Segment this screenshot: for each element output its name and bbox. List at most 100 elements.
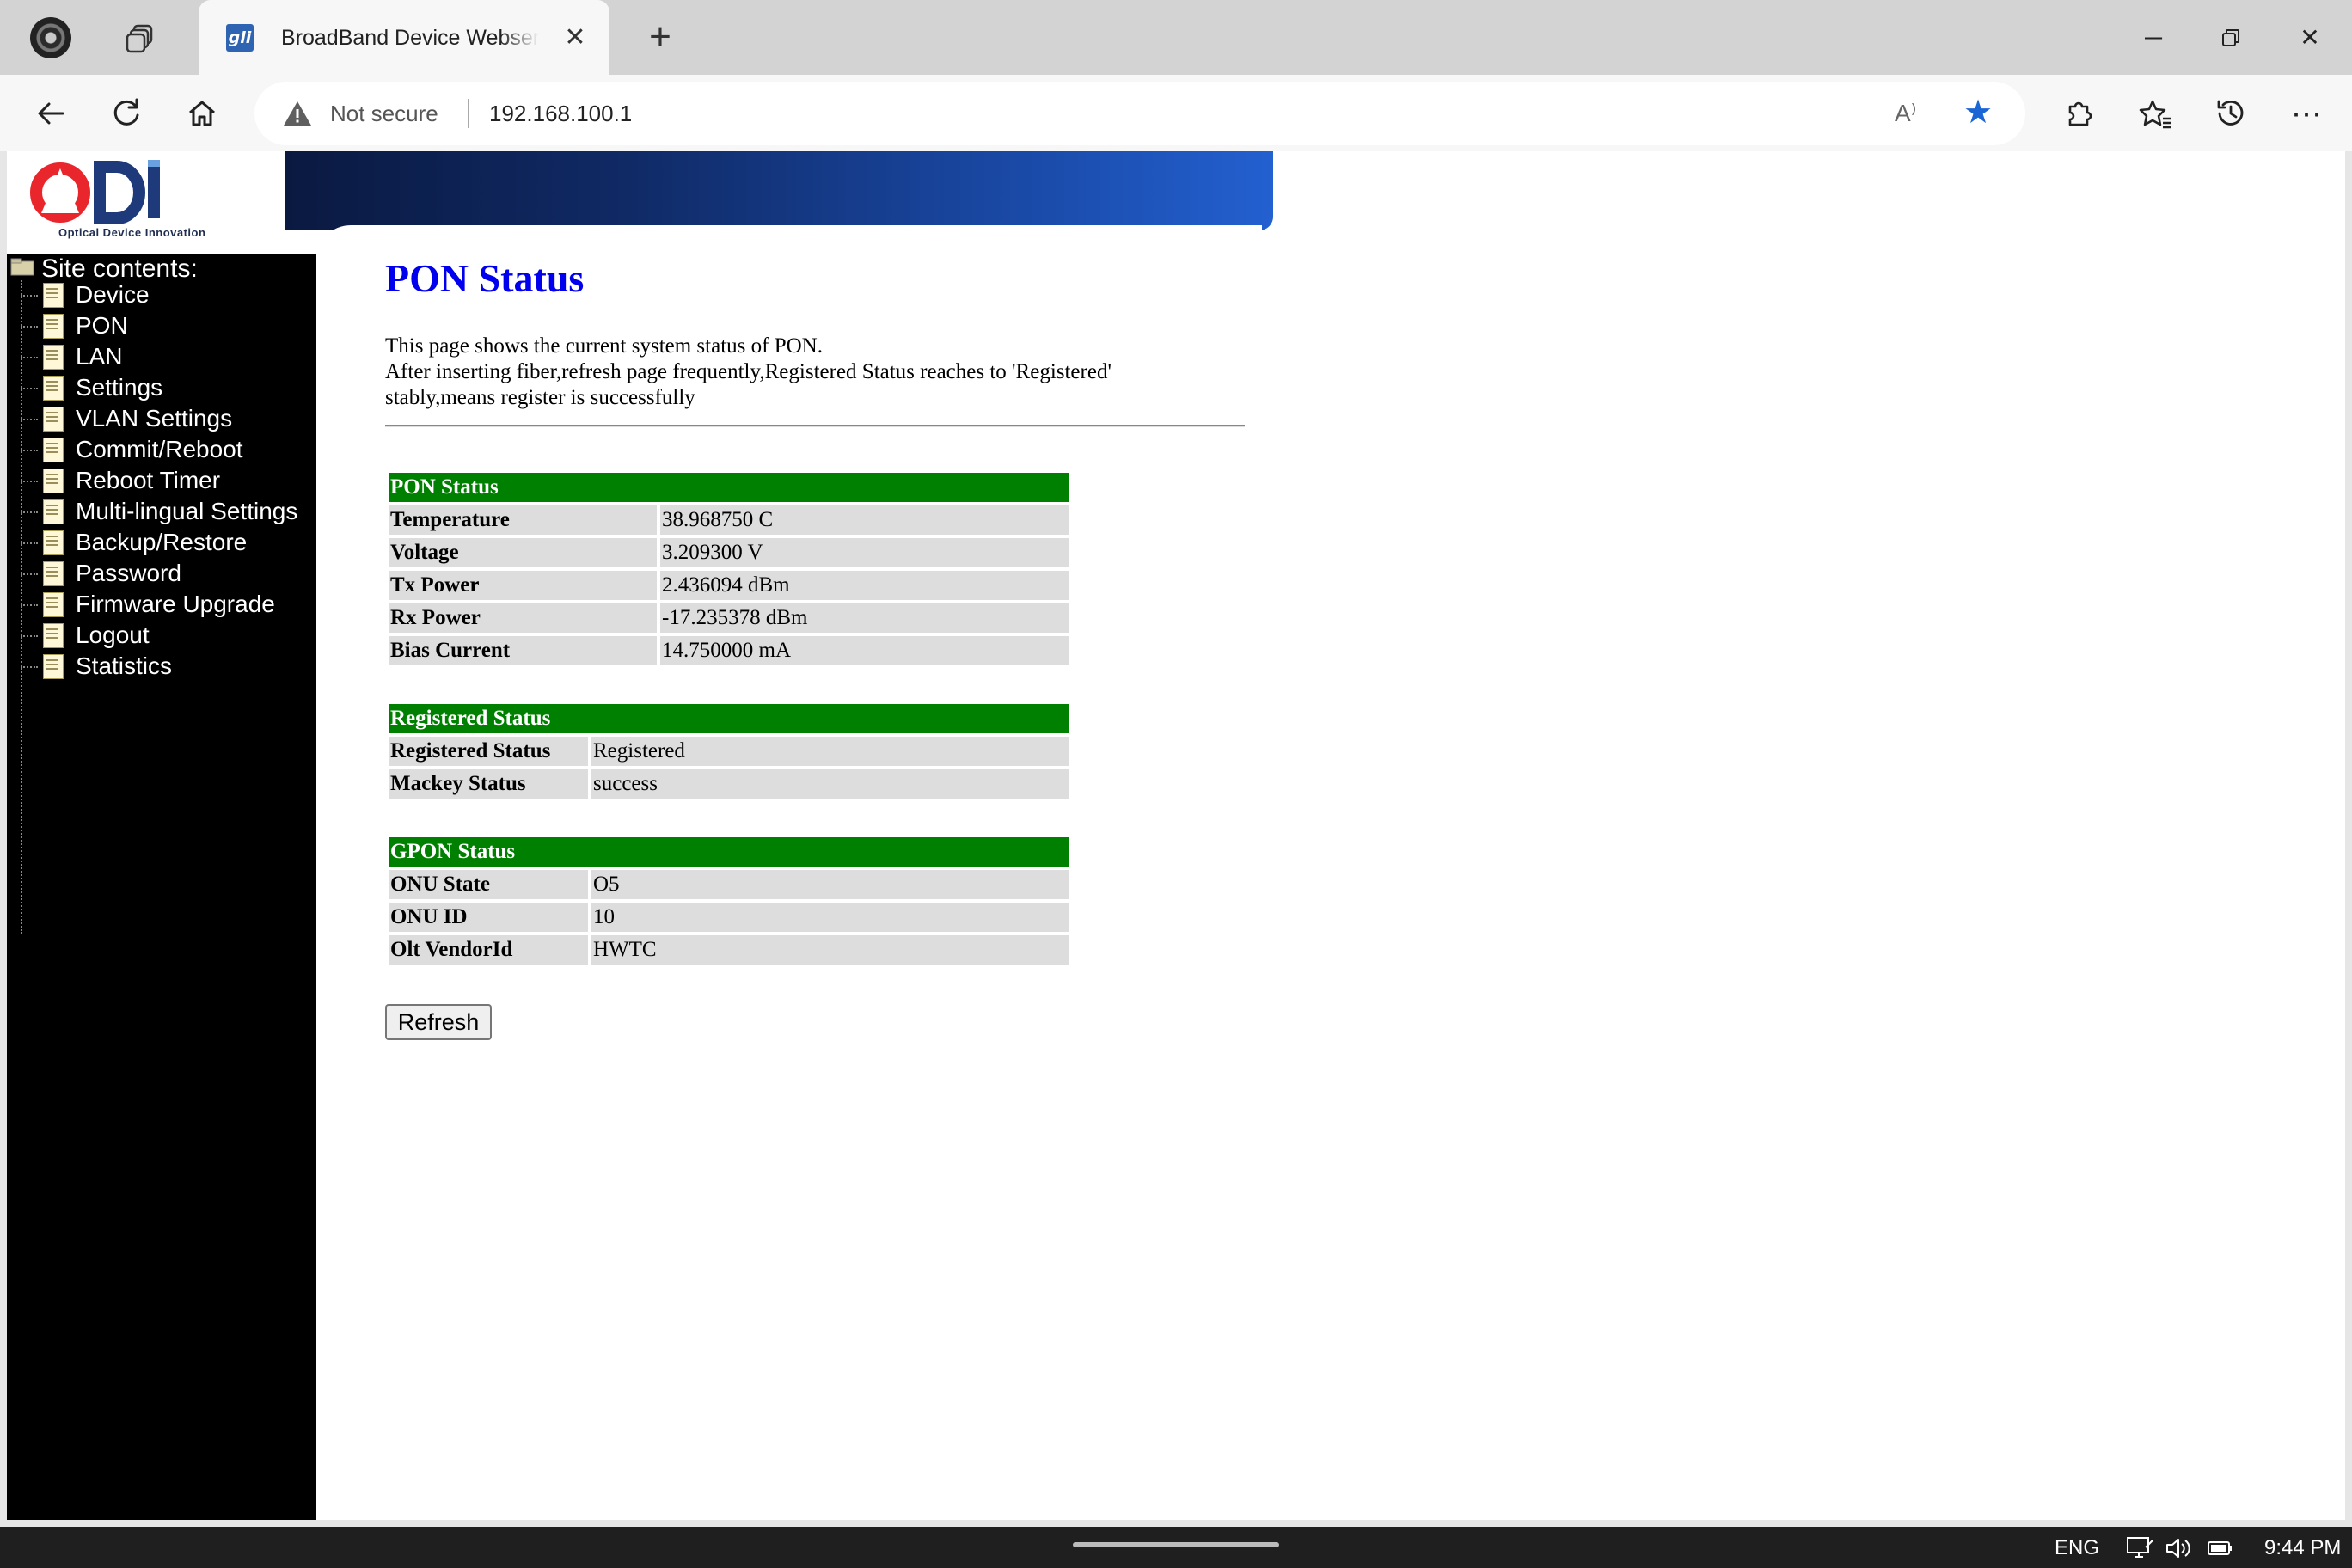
sidebar-item-vlan-settings[interactable]: VLAN Settings [21,404,304,435]
favorite-star-icon[interactable]: ★ [1963,94,1993,132]
battery-icon[interactable] [2206,1535,2235,1561]
row-value: 3.209300 V [660,538,1069,567]
sidebar-item-firmware-upgrade[interactable]: Firmware Upgrade [21,590,304,621]
row-label: ONU ID [389,903,588,932]
security-status-label[interactable]: Not secure [330,97,438,130]
row-label: Temperature [389,505,657,535]
clock-time[interactable]: 9:44 PM [2264,1535,2341,1561]
row-label: Mackey Status [389,769,588,799]
sidebar-item-label[interactable]: Backup/Restore [76,528,247,557]
document-page-icon [43,499,64,524]
table-row: Tx Power 2.436094 dBm [389,571,1069,600]
home-icon[interactable] [179,90,225,137]
sidebar-item-label[interactable]: Reboot Timer [76,466,220,495]
row-value: -17.235378 dBm [660,603,1069,633]
sidebar-item-device[interactable]: Device [21,280,304,311]
sidebar-item-multi-lingual-settings[interactable]: Multi-lingual Settings [21,497,304,528]
row-value: 14.750000 mA [660,636,1069,665]
sidebar-item-password[interactable]: Password [21,559,304,590]
row-label: ONU State [389,870,588,899]
reload-icon[interactable] [103,90,150,137]
workspaces-icon[interactable] [126,22,156,53]
sidebar-item-lan[interactable]: LAN [21,342,304,373]
taskbar-handle[interactable] [1073,1542,1279,1547]
sidebar-item-reboot-timer[interactable]: Reboot Timer [21,466,304,497]
sidebar-item-label[interactable]: VLAN Settings [76,404,232,433]
sidebar-item-label[interactable]: Multi-lingual Settings [76,497,297,526]
read-aloud-icon[interactable]: A⁾ [1895,97,1917,130]
sidebar-item-pon[interactable]: PON [21,311,304,342]
close-window-icon[interactable]: ✕ [2284,15,2336,60]
sidebar-item-label[interactable]: Statistics [76,652,172,681]
extensions-icon[interactable] [2055,90,2102,137]
history-icon[interactable] [2208,90,2254,137]
row-value: O5 [591,870,1069,899]
document-page-icon [43,654,64,679]
volume-icon[interactable] [2165,1535,2194,1561]
sidebar-item-label[interactable]: Logout [76,621,150,650]
warning-triangle-icon[interactable] [282,99,313,128]
sidebar-item-label[interactable]: Password [76,559,181,588]
table-row: Rx Power -17.235378 dBm [389,603,1069,633]
back-arrow-icon[interactable] [28,90,74,137]
favorites-icon[interactable] [2132,90,2178,137]
tree-branch-line [21,295,38,297]
refresh-button[interactable]: Refresh [385,1004,492,1040]
document-page-icon [43,345,64,370]
sidebar-item-label[interactable]: Settings [76,373,162,402]
sidebar-item-label[interactable]: Commit/Reboot [76,435,243,464]
row-label: Bias Current [389,636,657,665]
pon-status-table: PON Status Temperature 38.968750 C Voltag… [385,469,1073,669]
pon-status-header: PON Status [389,473,1069,502]
more-options-icon[interactable]: ⋯ [2283,90,2330,137]
url-text[interactable]: 192.168.100.1 [489,97,632,130]
tree-branch-line [21,604,38,606]
table-row: Bias Current 14.750000 mA [389,636,1069,665]
row-value: 2.436094 dBm [660,571,1069,600]
document-page-icon [43,530,64,555]
table-row: ONU State O5 [389,870,1069,899]
tree-branch-line [21,450,38,451]
sidebar-item-label[interactable]: Device [76,280,150,309]
network-icon[interactable] [2125,1535,2154,1561]
sidebar-item-commit-reboot[interactable]: Commit/Reboot [21,435,304,466]
logo-tagline: Optical Device Innovation [58,226,206,239]
sidebar-item-logout[interactable]: Logout [21,621,304,652]
row-value: Registered [591,737,1069,766]
row-value: success [591,769,1069,799]
address-separator [468,99,469,128]
sidebar-item-label[interactable]: Firmware Upgrade [76,590,275,619]
table-row: Registered Status Registered [389,737,1069,766]
folder-tree-icon [10,258,34,276]
document-page-icon [43,592,64,617]
row-label: Tx Power [389,571,657,600]
active-tab[interactable]: gli BroadBand Device Webserver ✕ [199,0,609,75]
tree-branch-line [21,388,38,389]
sidebar-item-statistics[interactable]: Statistics [21,652,304,683]
new-tab-plus-icon[interactable]: + [640,17,681,58]
sidebar-item-backup-restore[interactable]: Backup/Restore [21,528,304,559]
sidebar-item-label[interactable]: PON [76,311,128,340]
restore-icon[interactable] [2205,15,2257,60]
row-label: Voltage [389,538,657,567]
row-value: 10 [591,903,1069,932]
minimize-icon[interactable]: ─ [2128,15,2179,60]
document-page-icon [43,407,64,432]
header-banner [285,151,1273,230]
tab-close-icon[interactable]: ✕ [558,21,592,55]
row-value: 38.968750 C [660,505,1069,535]
tree-branch-line [21,481,38,482]
address-bar[interactable]: Not secure 192.168.100.1 A⁾ ★ [254,82,2025,145]
row-label: Registered Status [389,737,588,766]
web-page: Optical Device Innovation Site contents:… [7,151,2345,1520]
language-indicator[interactable]: ENG [2055,1535,2099,1561]
page-description: This page shows the current system statu… [385,334,1245,411]
row-value: HWTC [591,935,1069,965]
sidebar-item-label[interactable]: LAN [76,342,122,371]
document-page-icon [43,438,64,462]
sidebar-item-settings[interactable]: Settings [21,373,304,404]
profile-avatar-icon[interactable] [30,17,71,58]
table-row: Olt VendorId HWTC [389,935,1069,965]
taskbar: ENG 9:44 PM [0,1527,2352,1568]
tree-branch-line [21,511,38,513]
